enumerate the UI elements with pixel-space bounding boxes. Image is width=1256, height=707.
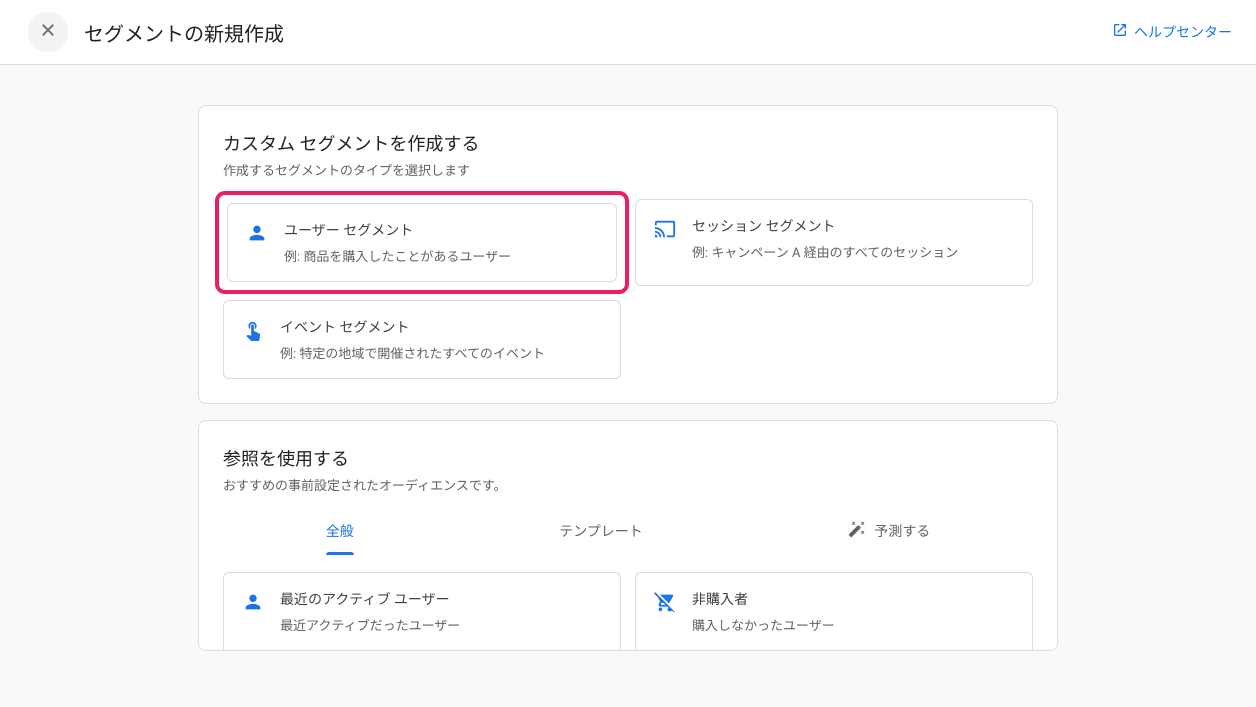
tab-predict[interactable]: 予測する bbox=[832, 510, 946, 552]
user-icon bbox=[246, 222, 268, 244]
reference-option-grid: 最近のアクティブ ユーザー 最近アクティブだったユーザー 非購入者 購入しなかっ… bbox=[223, 572, 1033, 650]
highlight-user-segment: ユーザー セグメント 例: 商品を購入したことがあるユーザー bbox=[215, 191, 629, 294]
reference-tabs: 全般 テンプレート 予測する bbox=[223, 510, 1033, 552]
option-session-text: セッション セグメント 例: キャンペーン A 経由のすべてのセッション bbox=[692, 216, 958, 261]
user-icon bbox=[242, 591, 264, 613]
tab-template-label: テンプレート bbox=[559, 521, 643, 541]
option-user-segment[interactable]: ユーザー セグメント 例: 商品を購入したことがあるユーザー bbox=[227, 203, 617, 282]
option-non-purchaser[interactable]: 非購入者 購入しなかったユーザー bbox=[635, 572, 1033, 650]
option-recent-active[interactable]: 最近のアクティブ ユーザー 最近アクティブだったユーザー bbox=[223, 572, 621, 650]
option-user-title: ユーザー セグメント bbox=[284, 220, 511, 240]
option-user-text: ユーザー セグメント 例: 商品を購入したことがあるユーザー bbox=[284, 220, 511, 265]
tab-general-label: 全般 bbox=[326, 521, 354, 541]
dialog-title: セグメントの新規作成 bbox=[84, 18, 284, 47]
external-link-icon bbox=[1112, 22, 1128, 42]
option-event-desc: 例: 特定の地域で開催されたすべてのイベント bbox=[280, 343, 545, 362]
reference-card: 参照を使用する おすすめの事前設定されたオーディエンスです。 全般 テンプレート… bbox=[198, 420, 1058, 651]
option-recent-text: 最近のアクティブ ユーザー 最近アクティブだったユーザー bbox=[280, 589, 460, 634]
help-center-link[interactable]: ヘルプセンター bbox=[1112, 22, 1232, 42]
header-left: セグメントの新規作成 bbox=[28, 12, 284, 52]
option-session-title: セッション セグメント bbox=[692, 216, 958, 236]
no-cart-icon bbox=[654, 591, 676, 613]
option-session-desc: 例: キャンペーン A 経由のすべてのセッション bbox=[692, 242, 958, 261]
close-button[interactable] bbox=[28, 12, 68, 52]
event-icon bbox=[242, 319, 264, 341]
option-session-segment[interactable]: セッション セグメント 例: キャンペーン A 経由のすべてのセッション bbox=[635, 199, 1033, 286]
tab-general[interactable]: 全般 bbox=[310, 511, 370, 551]
magic-wand-icon bbox=[848, 520, 866, 542]
content-column: カスタム セグメントを作成する 作成するセグメントのタイプを選択します ユーザー… bbox=[198, 105, 1058, 667]
dialog-header: セグメントの新規作成 ヘルプセンター bbox=[0, 0, 1256, 65]
option-nonpurchaser-text: 非購入者 購入しなかったユーザー bbox=[692, 589, 835, 634]
tab-predict-label: 予測する bbox=[874, 521, 930, 541]
option-event-text: イベント セグメント 例: 特定の地域で開催されたすべてのイベント bbox=[280, 317, 545, 362]
custom-card-title: カスタム セグメントを作成する bbox=[223, 130, 1033, 156]
option-nonpurchaser-desc: 購入しなかったユーザー bbox=[692, 615, 835, 634]
tab-template[interactable]: テンプレート bbox=[543, 511, 659, 551]
main-canvas: カスタム セグメントを作成する 作成するセグメントのタイプを選択します ユーザー… bbox=[0, 65, 1256, 707]
option-recent-title: 最近のアクティブ ユーザー bbox=[280, 589, 460, 609]
session-icon bbox=[654, 218, 676, 240]
option-event-segment[interactable]: イベント セグメント 例: 特定の地域で開催されたすべてのイベント bbox=[223, 300, 621, 379]
custom-card-subtitle: 作成するセグメントのタイプを選択します bbox=[223, 160, 1033, 179]
option-recent-desc: 最近アクティブだったユーザー bbox=[280, 615, 460, 634]
close-icon bbox=[38, 20, 58, 44]
option-event-title: イベント セグメント bbox=[280, 317, 545, 337]
help-center-label: ヘルプセンター bbox=[1134, 22, 1232, 42]
reference-card-title: 参照を使用する bbox=[223, 445, 1033, 471]
option-nonpurchaser-title: 非購入者 bbox=[692, 589, 835, 609]
custom-option-grid: ユーザー セグメント 例: 商品を購入したことがあるユーザー セッション セグメ… bbox=[223, 199, 1033, 379]
reference-card-subtitle: おすすめの事前設定されたオーディエンスです。 bbox=[223, 475, 1033, 494]
custom-segment-card: カスタム セグメントを作成する 作成するセグメントのタイプを選択します ユーザー… bbox=[198, 105, 1058, 404]
option-user-desc: 例: 商品を購入したことがあるユーザー bbox=[284, 246, 511, 265]
